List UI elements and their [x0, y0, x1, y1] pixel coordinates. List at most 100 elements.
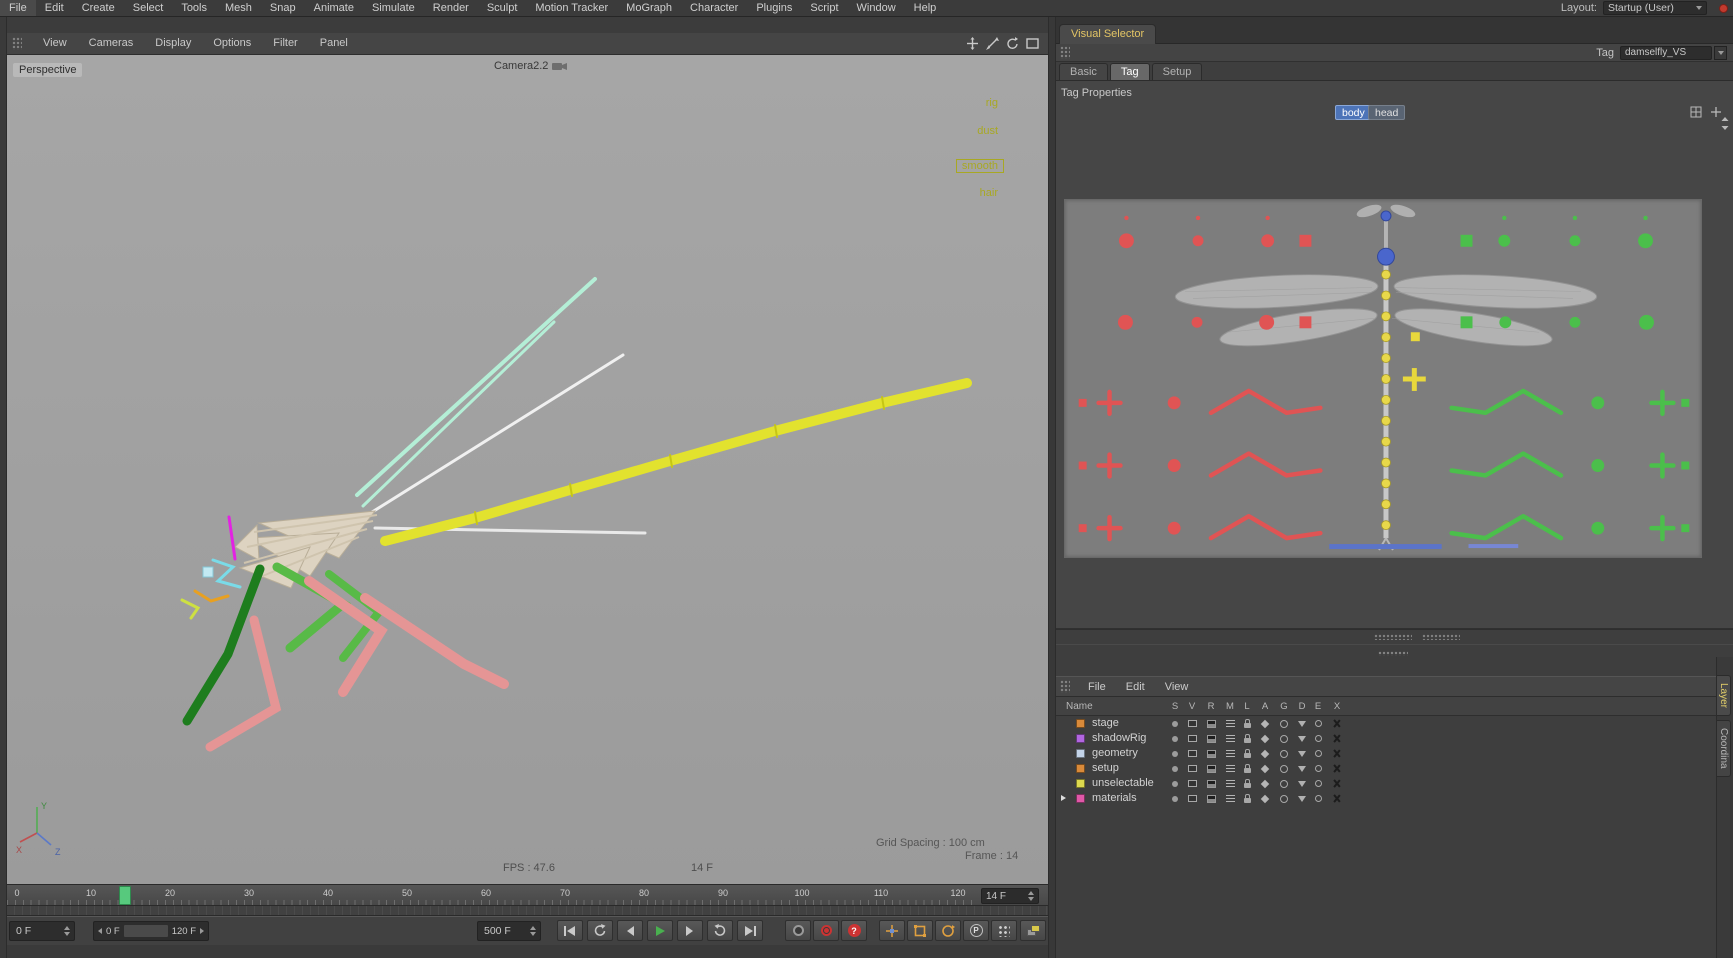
render-toggle[interactable] — [1204, 761, 1218, 776]
menu-select[interactable]: Select — [124, 0, 173, 16]
deformers-toggle[interactable] — [1295, 716, 1309, 731]
layout-dropdown[interactable]: Startup (User) — [1603, 1, 1707, 15]
current-frame-marker[interactable] — [119, 886, 131, 905]
view-toggle[interactable] — [1185, 731, 1199, 746]
viewport-menu-display[interactable]: Display — [144, 33, 202, 54]
deformers-toggle[interactable] — [1295, 791, 1309, 806]
splitter-grip[interactable] — [1422, 634, 1460, 640]
managers-toggle[interactable] — [1223, 791, 1237, 806]
expressions-toggle[interactable] — [1311, 746, 1325, 761]
layer-color-chip[interactable] — [1076, 764, 1085, 773]
record-button[interactable] — [785, 920, 811, 941]
render-toggle[interactable] — [1204, 716, 1218, 731]
splitter-grip[interactable] — [1374, 634, 1412, 640]
preview-range-slider[interactable]: 0 F 120 F — [93, 921, 209, 941]
expand-arrow-icon[interactable] — [1061, 795, 1066, 801]
frame-spinner[interactable] — [1028, 891, 1034, 901]
xref-toggle[interactable] — [1330, 716, 1344, 731]
generators-toggle[interactable] — [1277, 776, 1291, 791]
menu-render[interactable]: Render — [424, 0, 478, 16]
goto-start-button[interactable] — [557, 920, 583, 941]
menu-snap[interactable]: Snap — [261, 0, 305, 16]
start-frame-field[interactable]: 0 F — [9, 921, 75, 941]
menu-plugins[interactable]: Plugins — [747, 0, 801, 16]
camera-label[interactable]: Camera2.2 — [494, 60, 548, 72]
lock-toggle[interactable] — [1240, 746, 1254, 761]
animation-toggle[interactable] — [1258, 746, 1272, 761]
managers-toggle[interactable] — [1223, 731, 1237, 746]
generators-toggle[interactable] — [1277, 716, 1291, 731]
viewport-menu-panel[interactable]: Panel — [309, 33, 359, 54]
record-rotation-toggle[interactable] — [935, 920, 961, 941]
expressions-toggle[interactable] — [1311, 731, 1325, 746]
view-toggle[interactable] — [1185, 791, 1199, 806]
viewport-menu-cameras[interactable]: Cameras — [78, 33, 145, 54]
current-frame-field[interactable]: 14 F — [981, 888, 1039, 904]
hud-rig[interactable]: rig — [986, 97, 998, 109]
lb-menu-view[interactable]: View — [1155, 677, 1199, 697]
column-header-e[interactable]: E — [1311, 701, 1325, 712]
column-header-x[interactable]: X — [1330, 701, 1344, 712]
layer-name[interactable]: shadowRig — [1092, 731, 1146, 746]
layer-name[interactable]: unselectable — [1092, 776, 1154, 791]
play-button[interactable] — [647, 920, 673, 941]
animation-toggle[interactable] — [1258, 761, 1272, 776]
expressions-toggle[interactable] — [1311, 776, 1325, 791]
menu-animate[interactable]: Animate — [305, 0, 363, 16]
camera-icon[interactable] — [552, 61, 568, 71]
lock-toggle[interactable] — [1240, 791, 1254, 806]
loop-button[interactable] — [707, 920, 733, 941]
generators-toggle[interactable] — [1277, 791, 1291, 806]
layer-color-chip[interactable] — [1076, 719, 1085, 728]
goto-end-button[interactable] — [737, 920, 763, 941]
layer-name[interactable]: geometry — [1092, 746, 1138, 761]
layer-name[interactable]: materials — [1092, 791, 1137, 806]
play-reverse-button[interactable] — [587, 920, 613, 941]
expressions-toggle[interactable] — [1311, 716, 1325, 731]
generators-toggle[interactable] — [1277, 761, 1291, 776]
render-toggle[interactable] — [1204, 791, 1218, 806]
generators-toggle[interactable] — [1277, 746, 1291, 761]
menu-create[interactable]: Create — [73, 0, 124, 16]
menu-edit[interactable]: Edit — [36, 0, 73, 16]
end-frame-field[interactable]: 500 F — [477, 921, 541, 941]
layer-name[interactable]: stage — [1092, 716, 1119, 731]
rotate-view-button[interactable] — [1005, 36, 1020, 51]
layer-row-geometry[interactable]: geometry — [1056, 746, 1716, 761]
toolbar-grip[interactable] — [12, 37, 22, 50]
tag-dropdown-arrow[interactable] — [1714, 45, 1727, 60]
layer-color-chip[interactable] — [1076, 749, 1085, 758]
timeline-ruler[interactable]: 0 10 20 30 40 50 60 70 80 90 100 110 120… — [7, 884, 1048, 906]
vertical-splitter[interactable] — [1048, 17, 1056, 958]
menu-motion-tracker[interactable]: Motion Tracker — [526, 0, 617, 16]
prev-frame-button[interactable] — [617, 920, 643, 941]
grid-plus-icon[interactable] — [1689, 105, 1702, 118]
updown-arrows-icon[interactable] — [1718, 117, 1731, 130]
column-header-m[interactable]: M — [1223, 701, 1237, 712]
visual-selector-canvas[interactable] — [1064, 199, 1702, 558]
range-left-arrow-icon[interactable] — [98, 928, 102, 934]
next-frame-button[interactable] — [677, 920, 703, 941]
column-header-a[interactable]: A — [1258, 701, 1272, 712]
deformers-toggle[interactable] — [1295, 731, 1309, 746]
animation-toggle[interactable] — [1258, 731, 1272, 746]
end-frame-spinner[interactable] — [530, 926, 536, 936]
view-toggle[interactable] — [1185, 761, 1199, 776]
visual-selector-tab[interactable]: Visual Selector — [1059, 24, 1157, 44]
range-slider-track[interactable] — [123, 925, 168, 937]
menu-file[interactable]: File — [0, 0, 36, 16]
menu-tools[interactable]: Tools — [172, 0, 216, 16]
pan-view-button[interactable] — [965, 36, 980, 51]
viewport-menu-filter[interactable]: Filter — [262, 33, 308, 54]
record-parameter-toggle[interactable]: P — [963, 920, 989, 941]
animation-toggle[interactable] — [1258, 716, 1272, 731]
solo-toggle[interactable] — [1168, 776, 1182, 791]
menu-help[interactable]: Help — [905, 0, 946, 16]
xref-toggle[interactable] — [1330, 761, 1344, 776]
zoom-view-button[interactable] — [985, 36, 1000, 51]
animation-toggle[interactable] — [1258, 776, 1272, 791]
lock-toggle[interactable] — [1240, 761, 1254, 776]
tab-setup[interactable]: Setup — [1151, 63, 1203, 80]
xref-toggle[interactable] — [1330, 746, 1344, 761]
managers-toggle[interactable] — [1223, 746, 1237, 761]
